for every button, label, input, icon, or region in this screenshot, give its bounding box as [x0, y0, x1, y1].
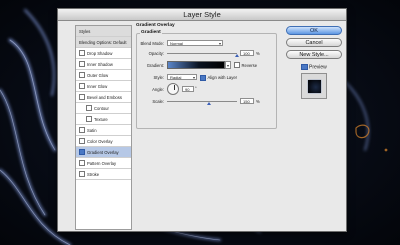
sidebar-item-label: Outer Glow — [87, 73, 109, 78]
group-title: Gradient — [140, 30, 162, 35]
dialog-title: Layer Style — [183, 10, 221, 19]
sidebar-item-label: Stroke — [87, 172, 100, 177]
drop-shadow-checkbox[interactable] — [79, 50, 85, 57]
sidebar-item-label: Gradient Overlay — [87, 150, 119, 155]
outer-glow-checkbox[interactable] — [79, 72, 85, 79]
cancel-button[interactable]: Cancel — [286, 38, 342, 47]
preview-checkbox-row[interactable]: Preview — [301, 63, 327, 71]
sidebar-item-label: Blending Options: Default — [79, 40, 127, 45]
chevron-down-icon: ▾ — [226, 63, 229, 68]
inner-glow-checkbox[interactable] — [79, 83, 85, 90]
sidebar-item-drop-shadow[interactable]: Drop Shadow — [76, 48, 131, 59]
align-with-layer-row[interactable]: Align with Layer — [200, 74, 238, 81]
angle-label: Angle: — [152, 87, 164, 92]
style-value: Radial — [170, 75, 182, 80]
satin-checkbox[interactable] — [79, 127, 85, 134]
styles-sidebar: Styles Blending Options: Default Drop Sh… — [75, 25, 132, 230]
preview-swatch — [308, 80, 321, 93]
sidebar-item-styles[interactable]: Styles — [76, 26, 131, 37]
align-with-layer-label: Align with Layer — [207, 75, 238, 81]
sidebar-item-color-overlay[interactable]: Color Overlay — [76, 136, 131, 147]
contour-checkbox[interactable] — [86, 105, 92, 112]
stroke-checkbox[interactable] — [79, 171, 85, 178]
sidebar-item-blending-options[interactable]: Blending Options: Default — [76, 37, 131, 48]
opacity-slider[interactable] — [167, 53, 237, 55]
sidebar-item-label: Pattern Overlay — [87, 161, 117, 166]
sidebar-item-label: Color Overlay — [87, 139, 113, 144]
chevron-down-icon: ▾ — [218, 41, 221, 46]
preview-checkbox[interactable] — [301, 63, 308, 70]
sidebar-item-bevel-emboss[interactable]: Bevel and Emboss — [76, 92, 131, 103]
texture-checkbox[interactable] — [86, 116, 92, 123]
angle-needle — [173, 85, 175, 90]
chevron-down-icon: ▾ — [192, 75, 195, 80]
reverse-checkbox-row[interactable]: Reverse — [234, 62, 258, 69]
opacity-input[interactable]: 100 — [240, 49, 254, 56]
scale-slider[interactable] — [167, 101, 237, 103]
sidebar-item-label: Contour — [94, 106, 109, 111]
opacity-unit: % — [256, 50, 260, 56]
new-style-button[interactable]: New Style... — [286, 50, 342, 59]
sidebar-item-label: Satin — [87, 128, 97, 133]
bevel-emboss-checkbox[interactable] — [79, 94, 85, 101]
blend-mode-select[interactable]: Normal ▾ — [167, 40, 223, 46]
sidebar-item-label: Styles — [79, 29, 91, 34]
sidebar-item-outer-glow[interactable]: Outer Glow — [76, 70, 131, 81]
gradient-label: Gradient: — [146, 63, 164, 68]
dialog-titlebar[interactable]: Layer Style — [58, 9, 346, 21]
angle-input[interactable]: 90 — [182, 86, 194, 92]
opacity-label: Opacity: — [148, 51, 164, 56]
angle-dial[interactable] — [167, 83, 179, 95]
sidebar-item-inner-glow[interactable]: Inner Glow — [76, 81, 131, 92]
sidebar-item-label: Inner Glow — [87, 84, 108, 89]
style-select[interactable]: Radial ▾ — [167, 74, 197, 80]
opacity-slider-thumb[interactable] — [234, 53, 239, 57]
gradient-dropdown[interactable]: ▾ — [225, 61, 231, 69]
sidebar-item-contour[interactable]: Contour — [76, 103, 131, 114]
sidebar-item-gradient-overlay[interactable]: Gradient Overlay — [76, 147, 131, 158]
sidebar-item-pattern-overlay[interactable]: Pattern Overlay — [76, 158, 131, 169]
sidebar-item-texture[interactable]: Texture — [76, 114, 131, 125]
sidebar-item-stroke[interactable]: Stroke — [76, 169, 131, 180]
scale-input[interactable]: 150 — [240, 97, 254, 104]
angle-unit: ° — [195, 86, 197, 91]
sidebar-item-satin[interactable]: Satin — [76, 125, 131, 136]
sidebar-item-inner-shadow[interactable]: Inner Shadow — [76, 59, 131, 70]
blend-mode-value: Normal — [170, 41, 183, 46]
layer-style-dialog: Layer Style Styles Blending Options: Def… — [57, 8, 347, 232]
style-label: Style: — [153, 75, 164, 80]
reverse-label: Reverse — [241, 62, 258, 68]
scale-slider-thumb[interactable] — [206, 101, 211, 105]
ok-button[interactable]: OK — [286, 26, 342, 35]
gradient-picker[interactable] — [167, 61, 225, 69]
gradient-overlay-panel: Gradient Overlay Gradient Blend Mode: No… — [136, 23, 277, 129]
section-title: Gradient Overlay — [136, 23, 175, 28]
preview-label: Preview — [309, 64, 327, 71]
gradient-overlay-checkbox[interactable] — [79, 149, 85, 156]
align-with-layer-checkbox[interactable] — [200, 74, 206, 81]
blend-mode-label: Blend Mode: — [140, 41, 164, 46]
reverse-checkbox[interactable] — [234, 62, 240, 69]
style-preview — [301, 73, 327, 99]
sidebar-item-label: Drop Shadow — [87, 51, 113, 56]
sidebar-item-label: Bevel and Emboss — [87, 95, 122, 100]
scale-unit: % — [256, 98, 260, 104]
color-overlay-checkbox[interactable] — [79, 138, 85, 145]
sidebar-item-label: Inner Shadow — [87, 62, 113, 67]
scale-label: Scale: — [152, 99, 164, 104]
gradient-groupbox — [136, 33, 277, 129]
pattern-overlay-checkbox[interactable] — [79, 160, 85, 167]
inner-shadow-checkbox[interactable] — [79, 61, 85, 68]
sidebar-item-label: Texture — [94, 117, 108, 122]
